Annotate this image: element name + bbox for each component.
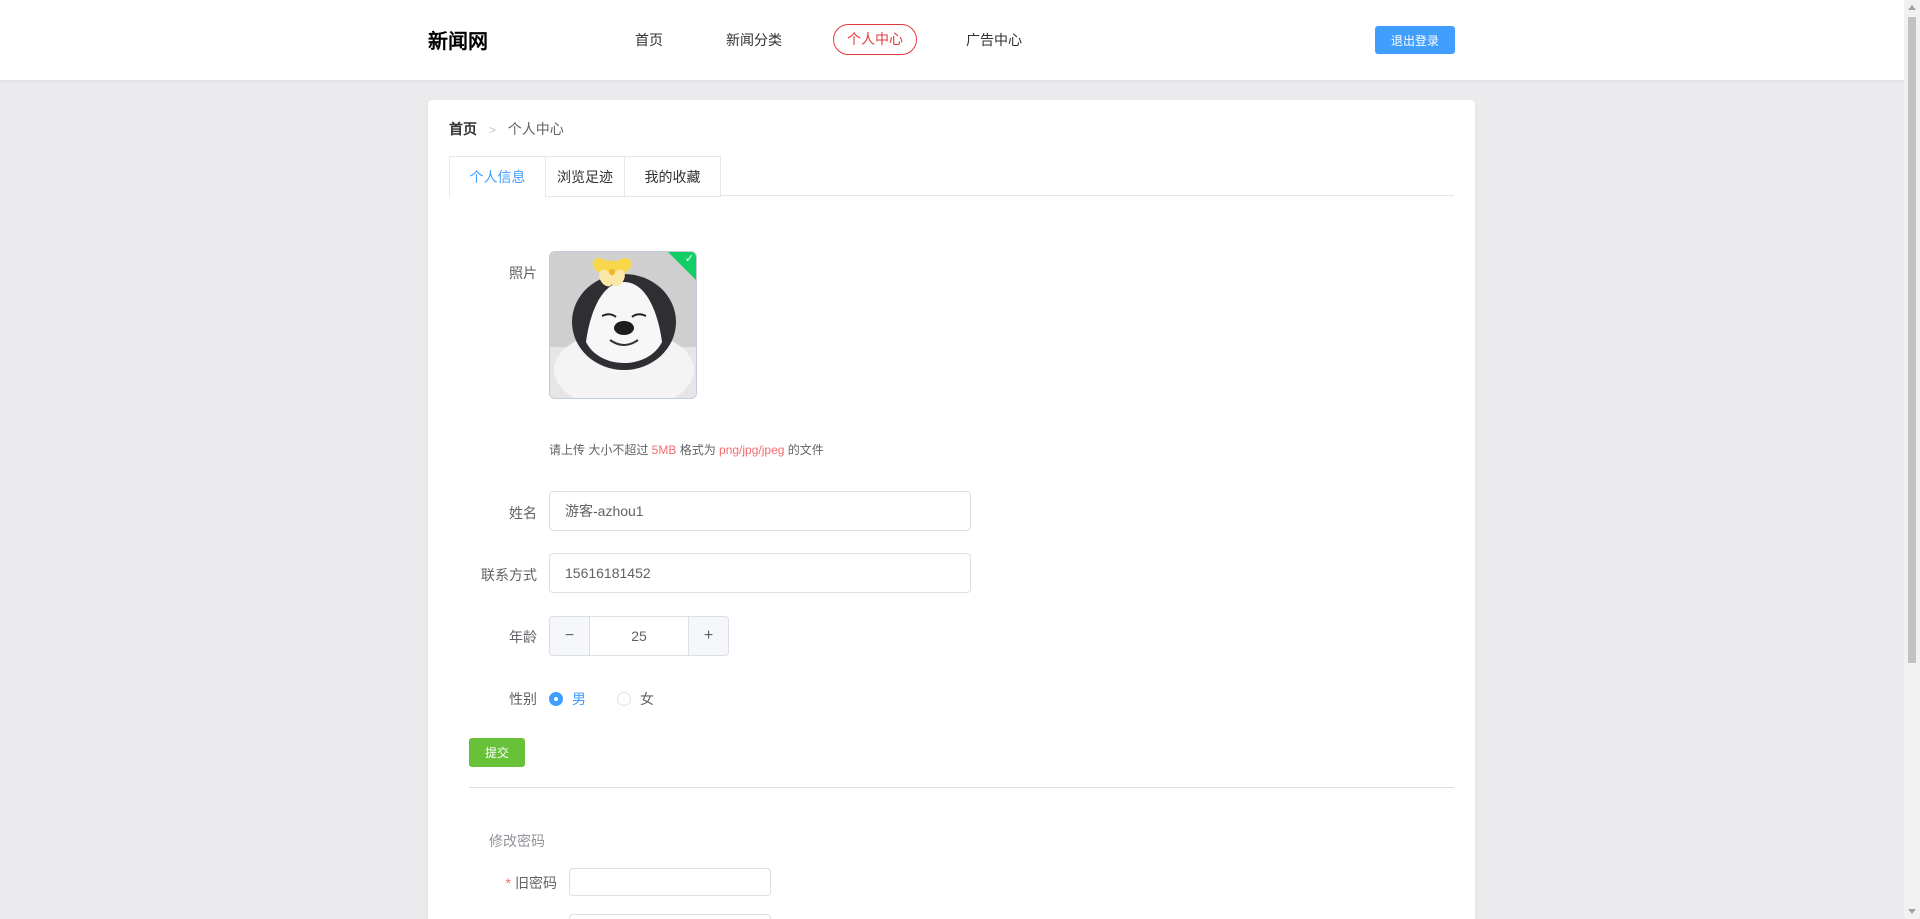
decrease-button[interactable]: − <box>550 617 590 655</box>
nav-news-category[interactable]: 新闻分类 <box>726 30 782 50</box>
upload-tip: 请上传 大小不超过 5MB 格式为 png/jpg/jpeg 的文件 <box>549 441 824 458</box>
scroll-thumb[interactable] <box>1908 17 1916 663</box>
breadcrumb-current: 个人中心 <box>507 121 564 137</box>
upload-tip-suffix: 的文件 <box>784 443 824 457</box>
photo-label: 照片 <box>509 265 537 281</box>
breadcrumb-home[interactable]: 首页 <box>449 121 477 137</box>
new-password-input[interactable] <box>569 914 771 919</box>
name-input[interactable] <box>549 491 971 531</box>
scroll-up-arrow-icon[interactable] <box>1908 5 1916 10</box>
gender-label: 性别 <box>509 691 537 707</box>
submit-button[interactable]: 提交 <box>469 738 525 767</box>
section-divider <box>469 787 1454 788</box>
increase-button[interactable]: + <box>688 617 728 655</box>
radio-unchecked-icon <box>617 692 631 706</box>
change-password-title: 修改密码 <box>489 833 545 849</box>
name-label: 姓名 <box>509 505 537 521</box>
nav-ad-center[interactable]: 广告中心 <box>966 30 1022 50</box>
avatar-upload[interactable]: ✓ <box>549 251 697 399</box>
breadcrumb: 首页 > 个人中心 <box>449 119 564 139</box>
nav-home[interactable]: 首页 <box>635 30 663 50</box>
nav-personal-center[interactable]: 个人中心 <box>833 24 917 55</box>
gender-female-label: 女 <box>640 691 654 707</box>
gender-female-radio[interactable]: 女 <box>617 689 654 709</box>
top-header: 新闻网 首页 新闻分类 个人中心 广告中心 退出登录 <box>0 0 1904 80</box>
upload-tip-size: 5MB <box>651 443 677 457</box>
tab-my-favorites[interactable]: 我的收藏 <box>624 156 721 197</box>
page-scrollbar[interactable] <box>1904 0 1920 919</box>
contact-input[interactable] <box>549 553 971 593</box>
tab-bar: 个人信息 浏览足迹 我的收藏 <box>449 156 1454 197</box>
age-stepper: − 25 + <box>549 616 729 656</box>
age-value[interactable]: 25 <box>591 617 687 655</box>
contact-label: 联系方式 <box>481 567 537 583</box>
gender-male-radio[interactable]: 男 <box>549 689 586 709</box>
gender-male-label: 男 <box>572 691 586 707</box>
required-mark: * <box>505 875 511 891</box>
old-password-label: * 旧密码 <box>489 873 557 893</box>
tab-personal-info[interactable]: 个人信息 <box>449 156 546 197</box>
check-icon: ✓ <box>684 253 694 265</box>
old-password-input[interactable] <box>569 868 771 896</box>
old-password-label-text: 旧密码 <box>515 875 557 891</box>
main-card: 首页 > 个人中心 个人信息 浏览足迹 我的收藏 照片 ✓ 请上传 大小不超过 … <box>428 100 1475 919</box>
tab-browse-history[interactable]: 浏览足迹 <box>545 156 625 197</box>
scroll-down-arrow-icon[interactable] <box>1908 909 1916 914</box>
upload-tip-formats: png/jpg/jpeg <box>719 443 785 457</box>
radio-checked-icon <box>549 692 563 706</box>
upload-tip-middle: 格式为 <box>676 443 720 457</box>
age-label: 年龄 <box>509 629 537 645</box>
logout-button[interactable]: 退出登录 <box>1375 26 1455 54</box>
site-logo[interactable]: 新闻网 <box>428 25 488 54</box>
upload-tip-prefix: 请上传 大小不超过 <box>549 443 652 457</box>
breadcrumb-separator-icon: > <box>488 123 496 137</box>
